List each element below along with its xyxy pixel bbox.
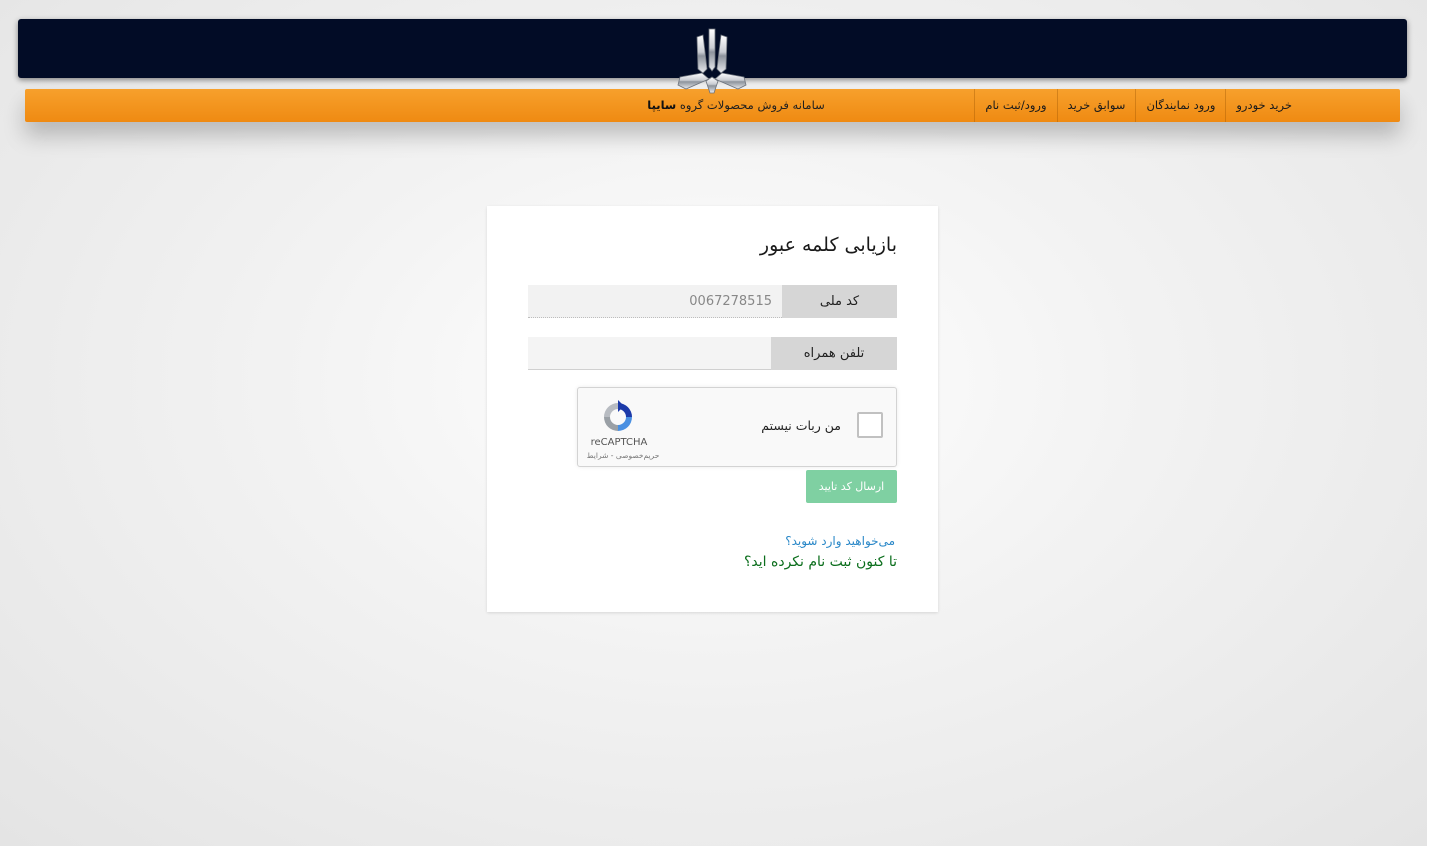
nav-item-dealer-login[interactable]: ورود نمایندگان (1135, 89, 1225, 122)
recaptcha-label: من ربات نیستم (761, 418, 841, 433)
send-verification-code-button[interactable]: ارسال کد تایید (806, 470, 897, 503)
site-title-prefix: سامانه فروش محصولات گروه (679, 98, 825, 112)
nav-item-login-register[interactable]: ورود/ثبت نام (974, 89, 1056, 122)
national-code-group: کد ملی (528, 285, 897, 318)
mobile-label: تلفن همراه (771, 337, 897, 370)
main-nav: خرید خودرو ورود نمایندگان سوابق خرید ورو… (974, 89, 1302, 122)
page-title: بازیابی کلمه عبور (759, 234, 897, 256)
recaptcha-widget: من ربات نیستم reCAPTCHA حریم‌خصوصی - شرا… (577, 387, 897, 467)
site-title-brand: سایپا (647, 98, 677, 112)
saipa-logo-icon[interactable] (676, 27, 748, 95)
national-code-input[interactable] (528, 285, 782, 318)
recaptcha-brand: reCAPTCHA (590, 437, 648, 448)
recaptcha-terms-link[interactable]: حریم‌خصوصی - شرایط (586, 451, 660, 460)
recaptcha-checkbox[interactable] (857, 412, 883, 438)
nav-item-buy-car[interactable]: خرید خودرو (1225, 89, 1302, 122)
mobile-group: تلفن همراه (528, 337, 897, 370)
register-link[interactable]: تا کنون ثبت نام نکرده اید؟ (744, 554, 897, 570)
login-link[interactable]: می‌خواهید وارد شوید؟ (785, 534, 895, 548)
recaptcha-logo-icon (604, 400, 632, 431)
password-recovery-card: بازیابی کلمه عبور کد ملی تلفن همراه من ر… (487, 206, 938, 612)
nav-item-purchase-history[interactable]: سوابق خرید (1056, 89, 1136, 122)
national-code-label: کد ملی (782, 285, 897, 318)
mobile-input[interactable] (528, 337, 771, 370)
